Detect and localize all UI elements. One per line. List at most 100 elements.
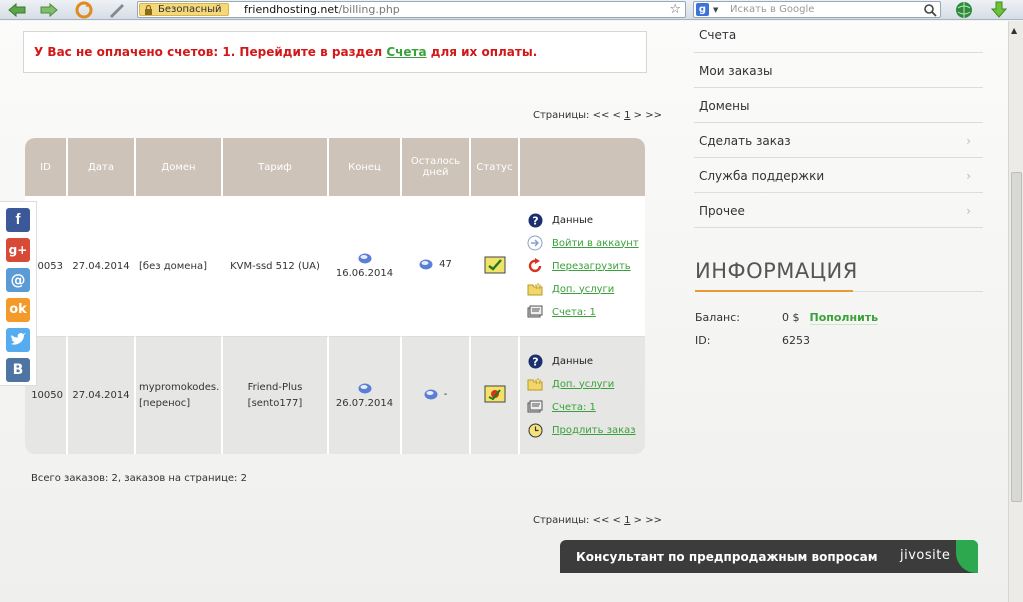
url-host: friendhosting.net [244, 3, 339, 16]
pager-next[interactable]: > >> [634, 515, 662, 526]
header-status[interactable]: Статус [471, 138, 520, 196]
pager-next[interactable]: > >> [634, 110, 662, 121]
balance-label: Баланс: [695, 311, 741, 324]
topup-link[interactable]: Пополнить [809, 311, 879, 325]
header-days-left[interactable]: Осталось дней [402, 138, 471, 196]
action-details[interactable]: ? Данные [526, 209, 645, 232]
google-plus-icon[interactable]: g+ [6, 238, 30, 262]
chevron-right-icon: › [966, 204, 971, 218]
pager-prev[interactable]: << < [593, 515, 621, 526]
chat-widget[interactable]: Консультант по предпродажным вопросам ji… [560, 540, 978, 573]
id-label: ID: [695, 334, 711, 347]
forward-icon[interactable] [38, 1, 60, 19]
alert-invoices-link[interactable]: Счета [386, 45, 426, 59]
sidebar-item-support[interactable]: Служба поддержки › [694, 158, 983, 193]
action-link[interactable]: Доп. услуги [552, 379, 614, 390]
svg-text:?: ? [532, 355, 538, 368]
domain-text: [без домена] [139, 260, 208, 272]
mail-at-icon[interactable]: @ [6, 268, 30, 292]
svg-text:?: ? [532, 214, 538, 227]
action-invoices[interactable]: Счета: 1 [526, 301, 645, 324]
sidebar-item-label: Мои заказы [699, 64, 773, 78]
sidebar-item-domains[interactable]: Домены [694, 88, 983, 123]
address-bar[interactable]: Безопасный friendhosting.net/billing.php… [137, 1, 686, 18]
header-date[interactable]: Дата [68, 138, 136, 196]
google-icon[interactable]: g [696, 3, 709, 16]
chat-widget-label: Консультант по предпродажным вопросам [576, 550, 878, 564]
action-details[interactable]: ? Данные [526, 350, 645, 373]
clock-icon [526, 422, 544, 438]
action-extra-services[interactable]: Доп. услуги [526, 373, 645, 396]
sidebar-item-other[interactable]: Прочее › [694, 193, 983, 228]
back-icon[interactable] [6, 1, 28, 19]
twitter-icon[interactable] [6, 328, 30, 352]
folder-icon [526, 376, 544, 392]
vertical-scrollbar[interactable]: ▲ [1008, 21, 1023, 602]
globe-icon[interactable] [953, 1, 975, 19]
cell-days-left: 47 [402, 196, 471, 337]
table-header: ID Дата Домен Тариф Конец Осталось дней … [25, 138, 645, 196]
invoice-icon [526, 304, 544, 320]
sidebar-item-label: Домены [699, 99, 750, 113]
balance-value: 0 $ [782, 311, 800, 324]
search-placeholder: Искать в Google [730, 4, 815, 15]
unpaid-alert: У Вас не оплачено счетов: 1. Перейдите в… [23, 31, 647, 73]
cell-tariff: KVM-ssd 512 (UA) [223, 196, 329, 337]
action-invoices[interactable]: Счета: 1 [526, 396, 645, 419]
secure-badge[interactable]: Безопасный [139, 3, 229, 16]
edit-icon[interactable] [106, 1, 128, 19]
action-link[interactable]: Счета: 1 [552, 307, 596, 318]
sidebar-item-new-order[interactable]: Сделать заказ › [694, 123, 983, 158]
action-reboot[interactable]: Перезагрузить [526, 255, 645, 278]
odnoklassniki-icon[interactable]: ok [6, 298, 30, 322]
cell-status [471, 196, 520, 337]
sidebar-item-orders[interactable]: Мои заказы [694, 53, 983, 88]
header-domain[interactable]: Домен [136, 138, 223, 196]
scroll-thumb[interactable] [1011, 172, 1022, 502]
vkontakte-icon[interactable]: B [6, 358, 30, 382]
browser-toolbar: Безопасный friendhosting.net/billing.php… [0, 0, 1023, 20]
action-link[interactable]: Счета: 1 [552, 402, 596, 413]
info-title: ИНФОРМАЦИЯ [695, 259, 858, 283]
reload-icon[interactable] [73, 1, 95, 19]
bookmark-star-icon[interactable]: ☆ [669, 2, 681, 17]
action-label: Данные [552, 355, 594, 367]
header-id[interactable]: ID [25, 138, 68, 196]
header-end[interactable]: Конец [329, 138, 402, 196]
url-text[interactable]: friendhosting.net/billing.php [244, 3, 400, 16]
action-link[interactable]: Войти в аккаунт [552, 238, 639, 249]
tariff-text: KVM-ssd 512 (UA) [230, 260, 320, 272]
balance-row: Баланс: 0 $ Пополнить [695, 311, 879, 325]
sidebar-item-label: Служба поддержки [699, 169, 825, 183]
tariff-note: [sento177] [247, 398, 303, 409]
action-link[interactable]: Доп. услуги [552, 284, 614, 295]
action-extra-services[interactable]: Доп. услуги [526, 278, 645, 301]
chevron-down-icon[interactable]: ▼ [713, 6, 718, 14]
cell-actions: ? Данные Войти в аккаунт Перезагрузить Д… [520, 196, 645, 337]
action-link[interactable]: Перезагрузить [552, 261, 631, 272]
days-ball-icon [424, 389, 438, 400]
secure-label: Безопасный [158, 4, 222, 15]
pager-current[interactable]: 1 [624, 515, 630, 526]
cell-domain: [без домена] [136, 196, 223, 337]
download-icon[interactable] [988, 1, 1010, 19]
header-tariff[interactable]: Тариф [223, 138, 329, 196]
facebook-icon[interactable]: f [6, 208, 30, 232]
action-login[interactable]: Войти в аккаунт [526, 232, 645, 255]
pager-prev[interactable]: << < [593, 110, 621, 121]
cell-tariff: Friend-Plus [sento177] [223, 337, 329, 454]
status-active-icon [484, 256, 506, 277]
search-icon[interactable] [923, 3, 937, 20]
cell-end: 26.07.2014 [329, 337, 402, 454]
search-bar[interactable]: g ▼ Искать в Google [693, 1, 941, 18]
cell-domain: mypromokodes. [перенос] [136, 337, 223, 454]
action-link[interactable]: Продлить заказ [552, 425, 636, 436]
domain-text: mypromokodes. [139, 382, 220, 393]
tariff-text: Friend-Plus [247, 382, 303, 393]
action-renew[interactable]: Продлить заказ [526, 419, 645, 442]
id-row: ID: 6253 [695, 334, 810, 347]
scroll-up-icon[interactable]: ▲ [1011, 26, 1017, 35]
sidebar-item-invoices[interactable]: Счета [694, 21, 983, 53]
pager-current[interactable]: 1 [624, 110, 630, 121]
page-content: У Вас не оплачено счетов: 1. Перейдите в… [0, 21, 1008, 602]
